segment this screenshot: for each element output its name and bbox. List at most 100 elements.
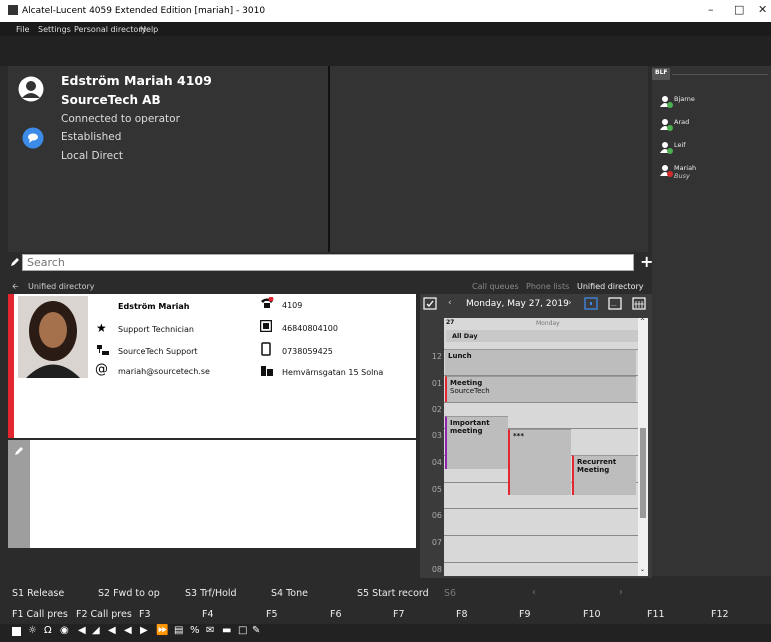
app-icon <box>8 5 18 15</box>
scroll-down-icon[interactable]: ⌄ <box>640 566 645 573</box>
blf-item-bjarne[interactable]: Bjarne <box>660 95 695 109</box>
status-toolbar: ☼ Ω ◉ ◀ ◢ ◀ ◀ ▶ ⏩ ▤ % ✉ ▬ □ ✎ <box>0 624 771 642</box>
book-icon[interactable]: ▤ <box>174 625 183 636</box>
fkey-f4[interactable]: F4 <box>202 609 214 620</box>
softkey-s3[interactable]: S3 Trf/Hold <box>185 588 237 599</box>
week-view-icon[interactable]: ... <box>608 296 622 310</box>
contact-photo <box>18 296 88 378</box>
event-meeting[interactable]: Meeting SourceTech <box>445 376 636 402</box>
edit-note-icon[interactable] <box>14 446 24 456</box>
add-button[interactable]: + <box>640 252 653 271</box>
signal-icon[interactable]: ◢ <box>92 625 100 636</box>
softkey-next-icon[interactable]: › <box>619 587 623 598</box>
prev-day-button[interactable]: ‹ <box>448 298 452 308</box>
hour-label: 06 <box>431 511 442 520</box>
link-phone-lists[interactable]: Phone lists <box>526 282 569 291</box>
event-private[interactable]: *** <box>508 429 571 495</box>
search-input[interactable] <box>22 254 634 271</box>
function-key-bar: F1 Call pres F2 Call pres F3 F4 F5 F6 F7… <box>0 604 771 624</box>
menu-help[interactable]: Help <box>140 25 158 34</box>
scroll-up-icon[interactable]: ^ <box>640 318 645 325</box>
fkey-f6[interactable]: F6 <box>330 609 342 620</box>
svg-text:...: ... <box>611 301 617 308</box>
event-recurrent-meeting[interactable]: Recurrent Meeting <box>572 455 636 495</box>
blf-item-leif[interactable]: Leif <box>660 141 686 155</box>
pen-icon[interactable]: ✎ <box>252 625 260 636</box>
square-icon[interactable] <box>12 627 21 636</box>
hour-label: 04 <box>431 458 442 467</box>
mail-icon[interactable]: ✉ <box>206 625 214 636</box>
print-icon[interactable]: □ <box>238 625 247 636</box>
user-busy-icon <box>660 165 673 177</box>
volume-down-icon[interactable]: ◀ <box>108 625 116 636</box>
percent-icon[interactable]: % <box>190 625 200 636</box>
contact-mobile[interactable]: 0738059425 <box>282 347 333 356</box>
month-view-icon[interactable] <box>632 296 646 310</box>
calendar-scrollbar[interactable]: ^ ⌄ <box>638 318 648 576</box>
fkey-f9[interactable]: F9 <box>519 609 531 620</box>
tab-blf[interactable]: BLF <box>652 68 670 80</box>
fkey-f8[interactable]: F8 <box>456 609 468 620</box>
scrollbar-thumb[interactable] <box>640 428 646 518</box>
softkey-s4[interactable]: S4 Tone <box>271 588 308 599</box>
softkey-s1[interactable]: S1 Release <box>12 588 64 599</box>
softkey-prev-icon[interactable]: ‹ <box>532 587 536 598</box>
task-check-icon[interactable] <box>423 296 437 310</box>
notes-area[interactable] <box>8 440 416 548</box>
softkey-s2[interactable]: S2 Fwd to op <box>98 588 160 599</box>
next-day-button[interactable]: › <box>568 298 572 308</box>
pencil-icon <box>11 258 19 266</box>
search-row: + <box>8 252 653 274</box>
mobile-icon <box>261 342 271 356</box>
notes-sidebar <box>8 440 30 548</box>
speaker-icon[interactable]: ◀ <box>78 625 86 636</box>
fkey-f3[interactable]: F3 <box>139 609 151 620</box>
menu-file[interactable]: File <box>16 25 29 34</box>
sun-icon[interactable]: ☼ <box>28 625 37 636</box>
blf-item-mariah[interactable]: Mariah Busy <box>660 164 696 180</box>
user-icon[interactable]: ◉ <box>60 625 69 636</box>
back-arrow-icon[interactable]: 🡨 <box>12 281 19 295</box>
fkey-f7[interactable]: F7 <box>393 609 405 620</box>
email-icon: @ <box>95 362 108 377</box>
softkey-s5[interactable]: S5 Start record <box>357 588 429 599</box>
contact-ext[interactable]: 4109 <box>282 301 302 310</box>
call-status: Connected to operator <box>61 113 180 125</box>
hour-line <box>444 562 638 563</box>
minimize-button[interactable]: – <box>708 3 714 16</box>
title-bar: Alcatel-Lucent 4059 Extended Edition [ma… <box>0 0 771 22</box>
headset-icon[interactable]: Ω <box>44 625 52 636</box>
link-unified-directory[interactable]: Unified directory <box>577 282 644 291</box>
contact-phone[interactable]: 46840804100 <box>282 324 338 333</box>
contact-email[interactable]: mariah@sourcetech.se <box>118 367 210 376</box>
day-view-icon[interactable] <box>584 296 598 310</box>
menu-settings[interactable]: Settings <box>38 25 71 34</box>
hour-label: 12 <box>431 352 442 361</box>
status-bar-red <box>8 294 14 438</box>
volume-up-icon[interactable]: ◀ <box>124 625 132 636</box>
day-name: Monday <box>536 320 560 327</box>
fkey-f5[interactable]: F5 <box>266 609 278 620</box>
message-icon[interactable]: ▬ <box>222 625 231 636</box>
blf-item-arad[interactable]: Arad <box>660 118 689 132</box>
close-button[interactable]: ✕ <box>758 3 767 16</box>
fkey-f2[interactable]: F2 Call pres <box>76 609 132 620</box>
forward-icon[interactable]: ▶ <box>140 625 148 636</box>
event-important-meeting[interactable]: Important meeting <box>445 416 508 469</box>
fkey-f1[interactable]: F1 Call pres <box>12 609 68 620</box>
softkey-s6[interactable]: S6 <box>444 588 456 599</box>
softkey-bar: S1 Release S2 Fwd to op S3 Trf/Hold S4 T… <box>0 584 652 602</box>
hour-line <box>444 535 638 536</box>
link-call-queues[interactable]: Call queues <box>472 282 519 291</box>
fkey-f12[interactable]: F12 <box>711 609 729 620</box>
fast-forward-icon[interactable]: ⏩ <box>156 625 168 636</box>
fkey-f11[interactable]: F11 <box>647 609 665 620</box>
chat-icon[interactable] <box>22 127 44 149</box>
menu-personal-directory[interactable]: Personal directory <box>74 25 146 34</box>
contact-name: Edström Mariah <box>118 302 190 311</box>
fkey-f10[interactable]: F10 <box>583 609 601 620</box>
event-lunch[interactable]: Lunch <box>445 349 636 375</box>
caller-company: SourceTech AB <box>61 93 161 107</box>
maximize-button[interactable]: □ <box>734 3 744 16</box>
all-day-row[interactable]: All Day <box>446 330 638 342</box>
